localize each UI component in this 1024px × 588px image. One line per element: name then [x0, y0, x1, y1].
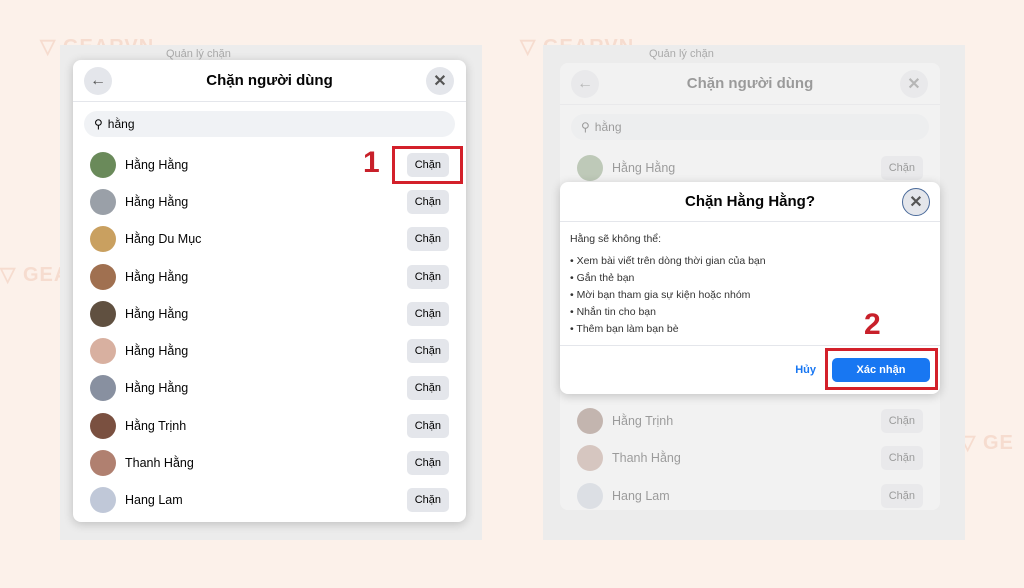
- close-icon: ✕: [909, 194, 923, 211]
- close-icon: ✕: [433, 73, 447, 90]
- user-row: Hằng Du Mục Chặn: [73, 221, 466, 258]
- back-button[interactable]: ←: [571, 70, 599, 98]
- avatar: [90, 263, 116, 290]
- block-button[interactable]: Chặn: [406, 451, 449, 476]
- block-button[interactable]: Chặn: [406, 413, 449, 438]
- arrow-left-icon: ←: [90, 72, 106, 89]
- bg-heading: Quản lý chặn: [649, 48, 714, 60]
- search-input[interactable]: ⚲ hằng: [571, 114, 929, 140]
- search-icon: ⚲: [581, 120, 590, 134]
- avatar: [90, 450, 116, 477]
- avatar: [90, 226, 116, 253]
- block-button[interactable]: Chặn: [406, 339, 449, 364]
- block-button[interactable]: Chặn: [880, 155, 923, 180]
- user-name: Hằng Trịnh: [125, 418, 187, 433]
- arrow-left-icon: ←: [577, 75, 593, 92]
- user-name: Hằng Trịnh: [612, 413, 674, 428]
- step-number: 2: [864, 308, 881, 341]
- user-list: Hằng Hằng Chặn Hằng Hằng Chặn Hằng Du Mục Chặ…: [73, 146, 466, 519]
- modal-title: Chặn người dùng: [206, 72, 333, 89]
- restriction-item: Gắn thẻ bạn: [570, 272, 930, 284]
- avatar: [90, 338, 116, 365]
- block-button[interactable]: Chặn: [406, 227, 449, 252]
- bg-heading: Quản lý chặn: [166, 48, 231, 60]
- user-row: Thanh Hằng Chặn: [73, 444, 466, 481]
- block-button[interactable]: Chặn: [880, 446, 923, 471]
- user-row: Hang Lam Chặn: [73, 482, 466, 519]
- user-name: Hằng Hằng: [612, 160, 676, 175]
- user-name: Hằng Hằng: [125, 344, 189, 359]
- close-button[interactable]: ✕: [900, 70, 928, 98]
- restriction-item: Mời bạn tham gia sự kiện hoặc nhóm: [570, 289, 930, 301]
- avatar: [90, 487, 116, 514]
- user-name: Thanh Hằng: [612, 451, 681, 466]
- block-button[interactable]: Chặn: [406, 376, 449, 401]
- block-button[interactable]: Chặn: [406, 488, 449, 513]
- close-button[interactable]: ✕: [902, 188, 930, 216]
- user-row: Hằng Hằng Chặn: [73, 370, 466, 407]
- avatar: [90, 300, 116, 327]
- close-button[interactable]: ✕: [426, 67, 454, 95]
- user-row: Hằng Hằng Chặn: [73, 332, 466, 369]
- user-row: Hằng Trịnh Chặn: [73, 407, 466, 444]
- back-button[interactable]: ←: [84, 67, 112, 95]
- user-name: Thanh Hằng: [125, 456, 194, 471]
- search-input[interactable]: ⚲ hằng: [84, 111, 455, 137]
- user-row: Hằng Hằng Chặn: [73, 295, 466, 332]
- search-value: hằng: [594, 120, 622, 134]
- highlight-box: [825, 348, 938, 390]
- close-icon: ✕: [907, 76, 921, 93]
- avatar: [90, 151, 116, 178]
- user-name: Hang Lam: [125, 493, 183, 508]
- user-name: Hang Lam: [612, 488, 670, 503]
- dialog-title: Chặn Hằng Hằng?: [685, 193, 815, 210]
- user-name: Hằng Hằng: [125, 269, 189, 284]
- user-name: Hằng Hằng: [125, 381, 189, 396]
- restriction-item: Xem bài viết trên dòng thời gian của bạn: [570, 255, 930, 267]
- block-button[interactable]: Chặn: [406, 301, 449, 326]
- modal-title: Chặn người dùng: [686, 75, 814, 92]
- avatar: [90, 375, 116, 402]
- user-name: Hằng Du Mục: [125, 232, 202, 247]
- user-row: Hằng Hằng Chặn: [73, 183, 466, 220]
- avatar: [90, 412, 116, 439]
- user-name: Hằng Hằng: [125, 194, 189, 209]
- highlight-box: [392, 146, 463, 184]
- step-number: 1: [363, 146, 380, 179]
- block-button[interactable]: Chặn: [406, 264, 449, 289]
- block-button[interactable]: Chặn: [880, 483, 923, 508]
- search-icon: ⚲: [94, 117, 103, 131]
- watermark: ▽ GE: [960, 432, 1014, 454]
- block-button[interactable]: Chặn: [406, 189, 449, 214]
- user-row: Hằng Hằng Chặn: [73, 258, 466, 295]
- search-value: hằng: [107, 117, 135, 131]
- dialog-intro: Hằng sẽ không thể:: [570, 233, 662, 245]
- avatar: [90, 188, 116, 215]
- block-user-modal: ← Chặn người dùng ✕ ⚲ hằng Hằng Hằng Chặn…: [73, 60, 466, 522]
- block-button[interactable]: Chặn: [880, 408, 923, 433]
- cancel-button[interactable]: Hủy: [795, 364, 816, 376]
- user-name: Hằng Hằng: [125, 306, 189, 321]
